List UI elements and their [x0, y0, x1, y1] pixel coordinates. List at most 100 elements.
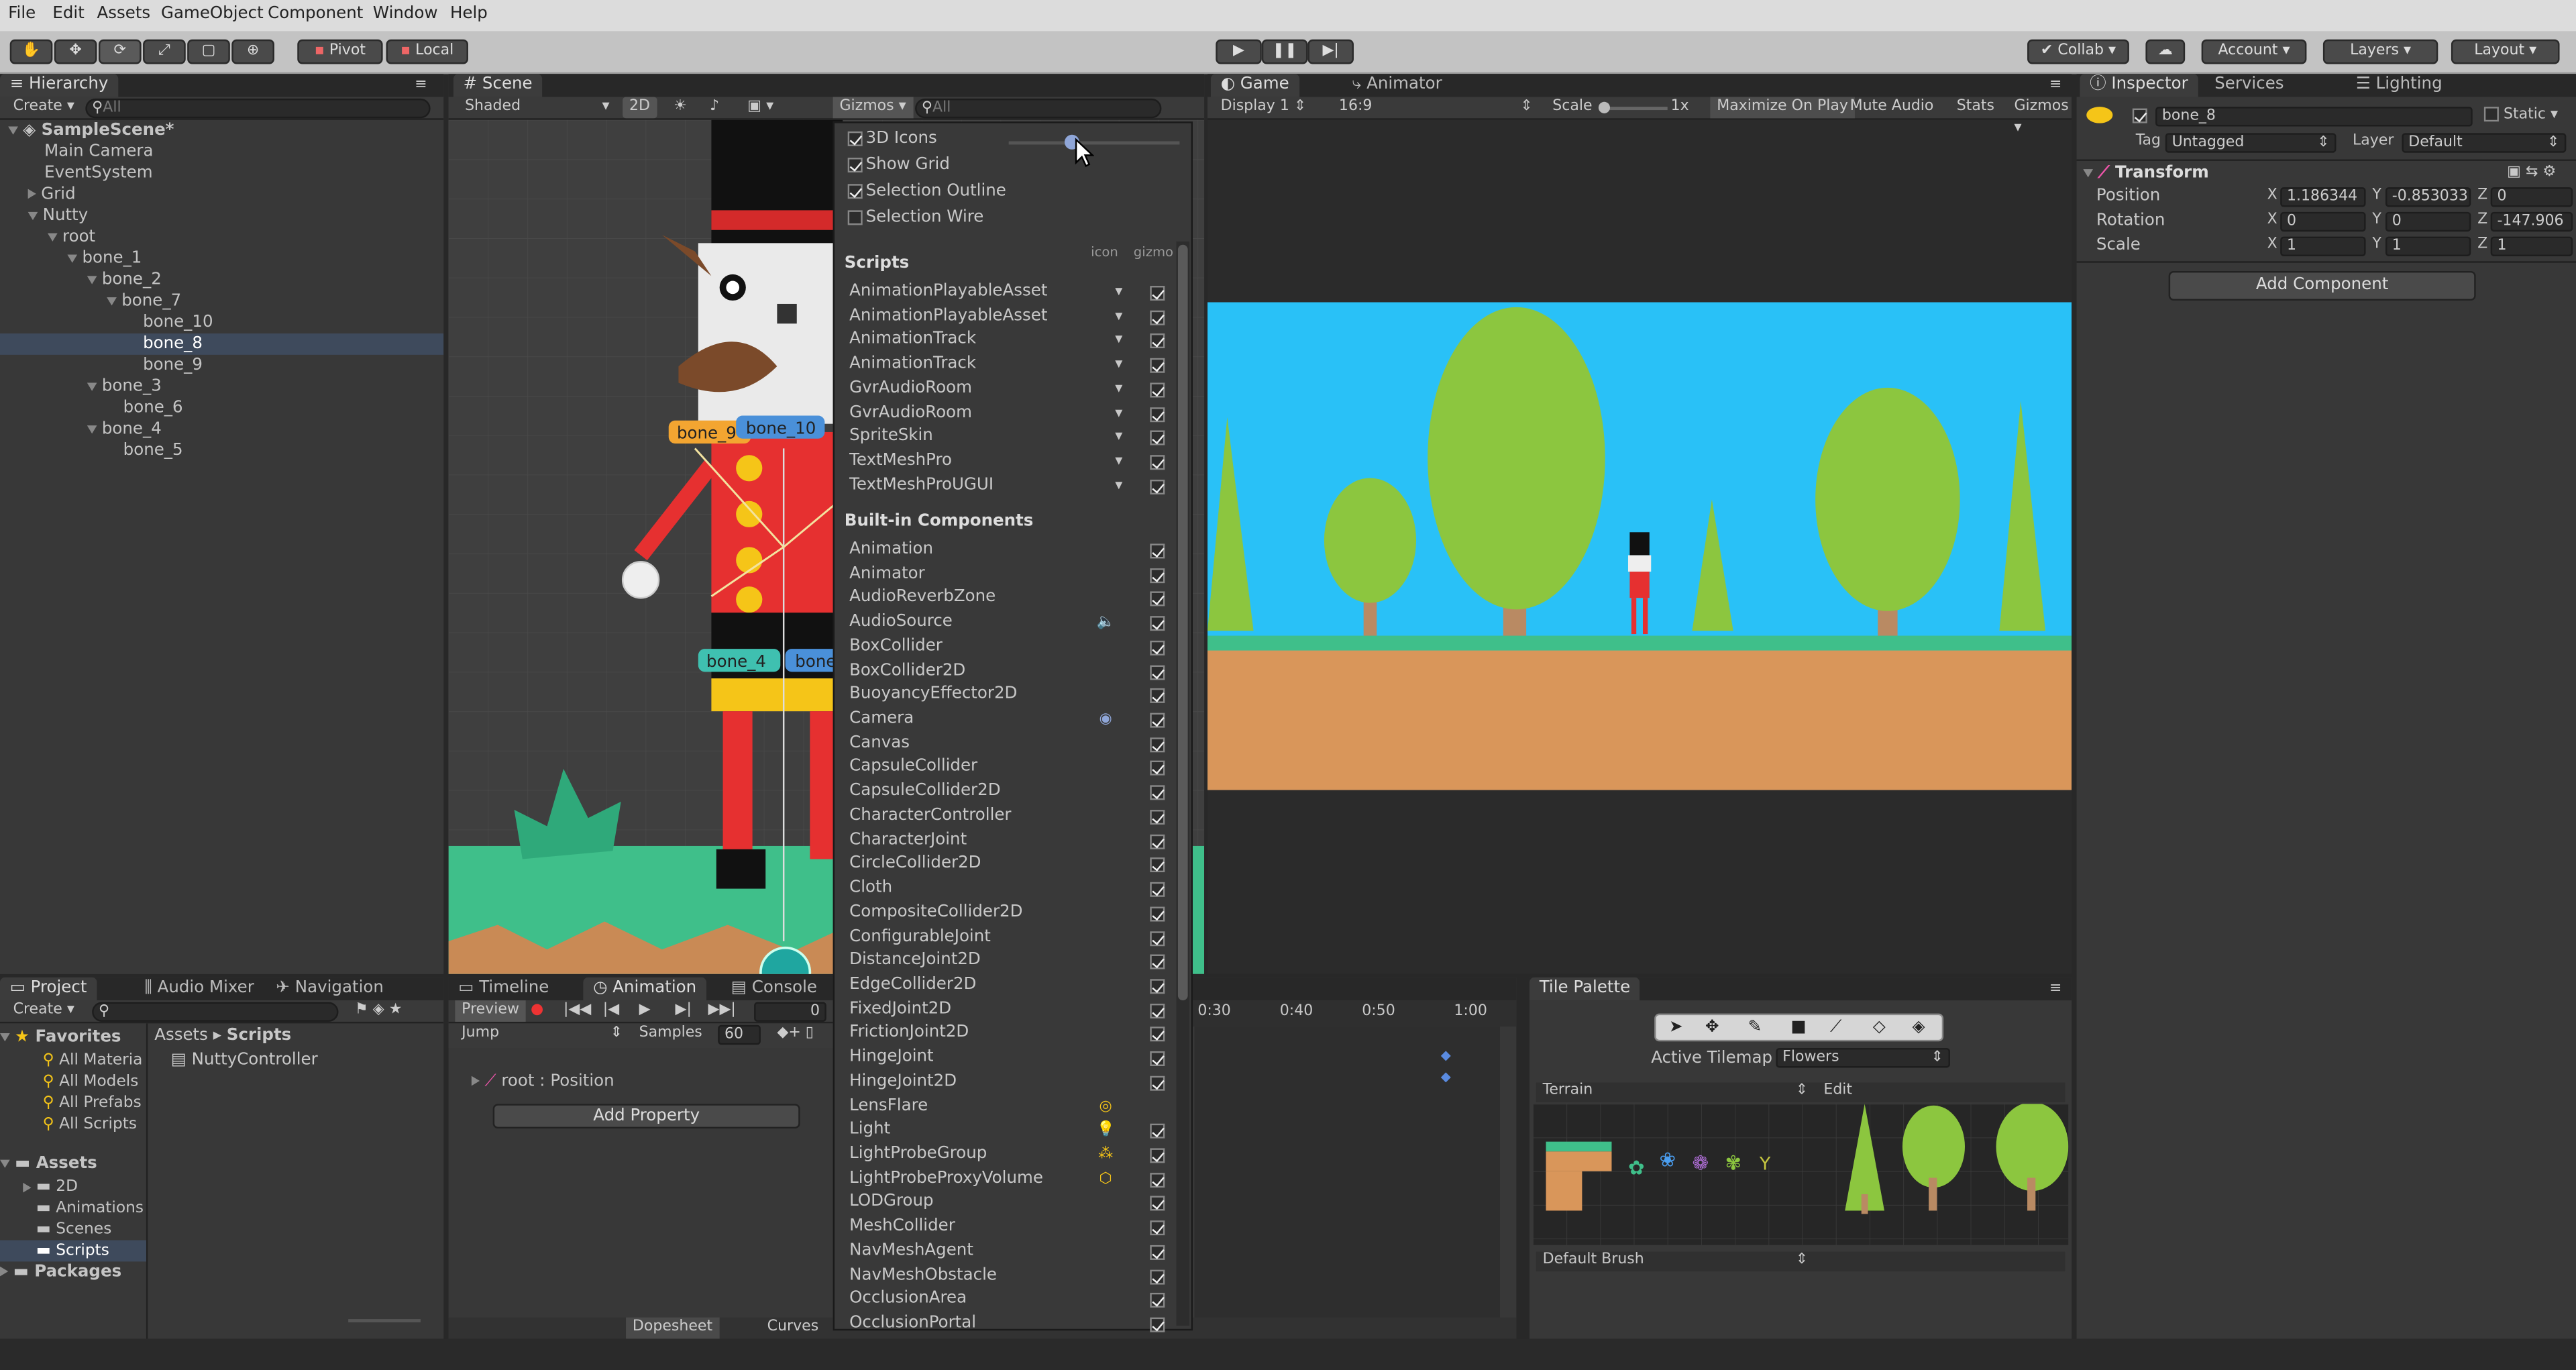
samples-field[interactable]: 60: [718, 1024, 761, 1045]
scale-z-field[interactable]: 1: [2490, 236, 2573, 256]
brush-dropdown-arrow[interactable]: ⇕: [1796, 1252, 1808, 1268]
gizmo-toggle-checkbox[interactable]: [1150, 713, 1165, 728]
hierarchy-item[interactable]: Main Camera: [0, 142, 443, 163]
builtin-gizmo-row[interactable]: CapsuleCollider2D: [849, 780, 1178, 804]
scale-tool-button[interactable]: ⤢: [143, 39, 186, 64]
gizmo-toggle-checkbox[interactable]: [1150, 543, 1165, 559]
static-toggle[interactable]: Static ▾: [2483, 107, 2558, 123]
tab-console[interactable]: ▤ Console: [721, 978, 827, 1000]
builtin-gizmo-row[interactable]: NavMeshAgent: [849, 1240, 1178, 1264]
clip-dropdown[interactable]: Jump ⇕: [455, 1023, 629, 1045]
hierarchy-item[interactable]: bone_9: [0, 355, 443, 376]
hierarchy-item[interactable]: bone_2: [0, 270, 443, 291]
packages-node[interactable]: ▬ Packages: [0, 1261, 146, 1283]
assets-node[interactable]: ▬ Assets: [0, 1153, 146, 1175]
script-gizmo-row[interactable]: AnimationTrack ▾: [849, 329, 1178, 354]
gizmos-dropdown[interactable]: Gizmos ▾: [833, 97, 913, 119]
gizmo-toggle-checkbox[interactable]: [1150, 1317, 1165, 1332]
gizmo-toggle-checkbox[interactable]: [1150, 1245, 1165, 1260]
menu-file[interactable]: File: [8, 5, 36, 23]
hierarchy-search-input[interactable]: ⚲All: [85, 98, 431, 119]
prev-key-button[interactable]: |◀: [596, 1000, 626, 1022]
frame-field[interactable]: 0: [754, 1002, 826, 1022]
builtin-gizmo-row[interactable]: NavMeshObstacle: [849, 1264, 1178, 1288]
icon-dropdown-arrow-icon[interactable]: ▾: [1109, 305, 1128, 329]
game-gizmos-dropdown[interactable]: Gizmos ▾: [2008, 97, 2072, 136]
builtin-gizmo-row[interactable]: CharacterController: [849, 804, 1178, 829]
expand-arrow-icon[interactable]: [87, 275, 97, 284]
gizmo-toggle-checkbox[interactable]: [1150, 1075, 1165, 1091]
gizmo-toggle-checkbox[interactable]: [1150, 1148, 1165, 1163]
maximize-on-play-toggle[interactable]: Maximize On Play: [1710, 97, 1855, 119]
gizmo-toggle-checkbox[interactable]: [1150, 1293, 1165, 1308]
panel-menu-icon[interactable]: ≡: [2049, 77, 2061, 93]
last-key-button[interactable]: ▶▶|: [702, 1000, 743, 1022]
add-component-button[interactable]: Add Component: [2168, 270, 2476, 301]
builtin-gizmo-row[interactable]: HingeJoint2D: [849, 1071, 1178, 1095]
gizmo-toggle-checkbox[interactable]: [1150, 785, 1165, 800]
icon-dropdown-arrow-icon[interactable]: ▾: [1109, 426, 1128, 450]
layout-button[interactable]: Layout ▾: [2451, 39, 2560, 64]
asset-folder-item[interactable]: ▬ Scenes: [0, 1219, 146, 1241]
transform-settings-icon[interactable]: ▣ ⇆ ⚙: [2507, 164, 2556, 180]
gizmo-toggle-checkbox[interactable]: [1150, 358, 1165, 374]
preview-toggle[interactable]: Preview: [455, 1000, 526, 1022]
builtin-gizmo-row[interactable]: EdgeCollider2D: [849, 974, 1178, 998]
transform-header[interactable]: ⟋ Transform: [2083, 164, 2209, 182]
tab-hierarchy[interactable]: ≡ Hierarchy: [0, 74, 119, 97]
hand-tool-button[interactable]: ✋: [9, 39, 53, 64]
script-gizmo-row[interactable]: TextMeshPro ▾: [849, 450, 1178, 474]
hierarchy-create-button[interactable]: Create ▾: [7, 97, 81, 118]
pivot-button[interactable]: ▪ Pivot: [297, 39, 383, 64]
camera-icon[interactable]: ◉: [1095, 708, 1115, 732]
gizmo-toggle-checkbox[interactable]: [1150, 979, 1165, 994]
move-tool-icon[interactable]: ✥: [1705, 1015, 1719, 1040]
gizmo-toggle-checkbox[interactable]: [1150, 286, 1165, 301]
gizmo-toggle-checkbox[interactable]: [1150, 1196, 1165, 1212]
tab-game[interactable]: ◐ Game: [1210, 74, 1299, 97]
panel-menu-icon[interactable]: ≡: [2049, 981, 2061, 997]
icon-dropdown-arrow-icon[interactable]: ▾: [1109, 378, 1128, 402]
gizmo-toggle-checkbox[interactable]: [1150, 857, 1165, 873]
tab-inspector[interactable]: ⓘ Inspector: [2080, 74, 2198, 97]
builtin-gizmo-row[interactable]: DistanceJoint2D: [849, 950, 1178, 974]
bone-label-4[interactable]: bone_4: [698, 649, 781, 672]
gizmo-toggle-checkbox[interactable]: [1150, 616, 1165, 631]
display-dropdown[interactable]: Display 1 ⇕: [1214, 97, 1313, 118]
tile-grid[interactable]: ✿ ❀ ❁ ✾ Y: [1532, 1104, 2069, 1245]
builtin-gizmo-row[interactable]: LightProbeGroup ⁂: [849, 1143, 1178, 1167]
gizmo-option-checkbox[interactable]: [847, 130, 863, 146]
tab-animation[interactable]: ◷ Animation: [583, 977, 706, 1001]
gizmo-toggle-checkbox[interactable]: [1150, 664, 1165, 680]
icon-dropdown-arrow-icon[interactable]: ▾: [1109, 450, 1128, 474]
builtin-gizmo-row[interactable]: LensFlare ◎: [849, 1095, 1178, 1119]
builtin-gizmo-row[interactable]: Cloth: [849, 878, 1178, 902]
tag-dropdown[interactable]: Untagged ⇕: [2165, 133, 2337, 153]
builtin-gizmo-row[interactable]: AudioSource 🔈: [849, 611, 1178, 635]
collab-button[interactable]: ✔ Collab ▾: [2027, 39, 2129, 64]
tab-timeline[interactable]: ▭ Timeline: [449, 978, 559, 1000]
gizmo-option[interactable]: Selection Wire: [847, 207, 1177, 231]
script-gizmo-row[interactable]: TextMeshProUGUI ▾: [849, 474, 1178, 498]
add-keyframe-icon[interactable]: ◆+ ▯: [771, 1023, 820, 1045]
builtin-gizmo-row[interactable]: MeshCollider: [849, 1216, 1178, 1240]
position-z-field[interactable]: 0: [2490, 187, 2573, 207]
menu-window[interactable]: Window: [373, 5, 438, 23]
gizmo-option[interactable]: Show Grid: [847, 154, 1177, 178]
file-item[interactable]: ▤ NuttyController: [171, 1051, 318, 1069]
icon-dropdown-arrow-icon[interactable]: ▾: [1109, 329, 1128, 354]
gizmo-toggle-checkbox[interactable]: [1150, 333, 1165, 350]
builtin-gizmo-row[interactable]: ConfigurableJoint: [849, 926, 1178, 950]
transform-tool-button[interactable]: ⊕: [231, 39, 274, 64]
collapse-arrow-icon[interactable]: [23, 1181, 32, 1192]
gizmo-toggle-checkbox[interactable]: [1150, 761, 1165, 776]
shading-mode-dropdown[interactable]: Shaded ▾: [458, 97, 616, 118]
icon-dropdown-arrow-icon[interactable]: ▾: [1109, 474, 1128, 498]
scale-slider[interactable]: [1598, 101, 1668, 113]
audio-toggle-icon[interactable]: ♪: [703, 97, 726, 118]
menu-gameobject[interactable]: GameObject: [161, 5, 264, 23]
script-gizmo-row[interactable]: GvrAudioRoom ▾: [849, 378, 1178, 402]
gizmo-toggle-checkbox[interactable]: [1150, 406, 1165, 422]
gizmo-toggle-checkbox[interactable]: [1150, 882, 1165, 898]
gizmo-toggle-checkbox[interactable]: [1150, 688, 1165, 704]
